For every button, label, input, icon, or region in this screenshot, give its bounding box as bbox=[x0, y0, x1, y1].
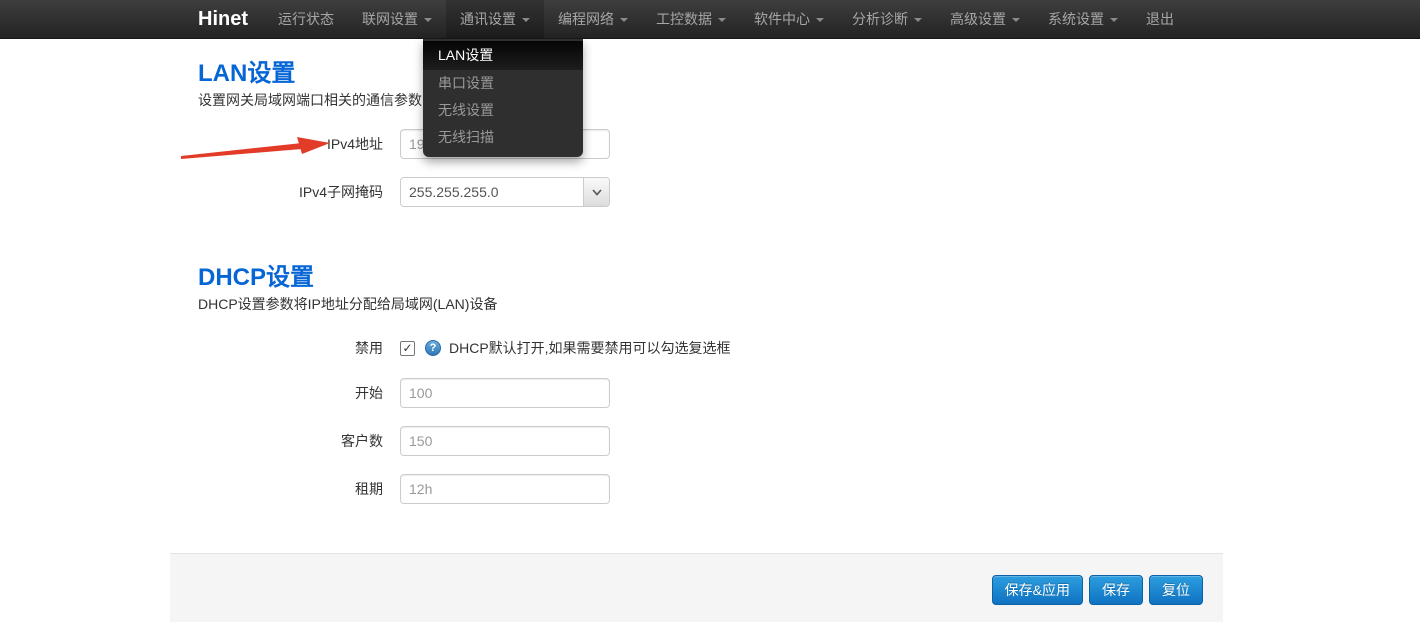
ipv4-netmask-select[interactable]: 255.255.255.0 bbox=[400, 177, 610, 207]
nav-item-label: 联网设置 bbox=[362, 9, 418, 29]
checkmark-icon: ✓ bbox=[402, 342, 412, 354]
nav-item-label: 运行状态 bbox=[278, 9, 334, 29]
nav-item-advanced-settings[interactable]: 高级设置 bbox=[936, 0, 1034, 38]
nav-item-label: 高级设置 bbox=[950, 9, 1006, 29]
nav-item-label: 通讯设置 bbox=[460, 9, 516, 29]
caret-down-icon bbox=[1012, 18, 1020, 22]
save-button[interactable]: 保存 bbox=[1089, 575, 1143, 605]
nav-item-label: 软件中心 bbox=[754, 9, 810, 29]
dhcp-lease-label: 租期 bbox=[198, 479, 383, 499]
nav-item-status[interactable]: 运行状态 bbox=[264, 0, 348, 38]
chevron-down-icon[interactable] bbox=[583, 178, 609, 206]
dhcp-disable-checkbox[interactable]: ✓ bbox=[400, 341, 415, 356]
dhcp-start-input[interactable] bbox=[400, 378, 610, 408]
nav-item-label: 工控数据 bbox=[656, 9, 712, 29]
main-content: LAN设置 设置网关局域网端口相关的通信参数 IPv4地址 IPv4子网掩码 2… bbox=[170, 39, 1223, 622]
dhcp-start-label: 开始 bbox=[198, 383, 383, 403]
caret-down-icon bbox=[1110, 18, 1118, 22]
help-question-icon: ? bbox=[425, 340, 441, 356]
nav-item-communication-settings[interactable]: 通讯设置 bbox=[446, 0, 544, 38]
dropdown-item-lan-settings[interactable]: LAN设置 bbox=[423, 41, 583, 70]
ipv4-netmask-label: IPv4子网掩码 bbox=[198, 182, 383, 202]
nav-item-label: 分析诊断 bbox=[852, 9, 908, 29]
nav-item-label: 退出 bbox=[1146, 9, 1174, 29]
ipv4-netmask-row: IPv4子网掩码 255.255.255.0 bbox=[198, 177, 1223, 207]
dhcp-clients-label: 客户数 bbox=[198, 431, 383, 451]
dhcp-clients-input[interactable] bbox=[400, 426, 610, 456]
nav-item-programming-network[interactable]: 编程网络 bbox=[544, 0, 642, 38]
nav-item-industrial-data[interactable]: 工控数据 bbox=[642, 0, 740, 38]
nav-item-label: 编程网络 bbox=[558, 9, 614, 29]
save-and-apply-button[interactable]: 保存&应用 bbox=[992, 575, 1083, 605]
caret-down-icon bbox=[914, 18, 922, 22]
dhcp-section-subtitle: DHCP设置参数将IP地址分配给局域网(LAN)设备 bbox=[198, 296, 1223, 312]
dropdown-item-wireless-settings[interactable]: 无线设置 bbox=[423, 97, 583, 124]
dhcp-disable-help-text: DHCP默认打开,如果需要禁用可以勾选复选框 bbox=[449, 338, 731, 358]
caret-down-icon bbox=[718, 18, 726, 22]
caret-down-icon bbox=[620, 18, 628, 22]
brand-logo[interactable]: Hinet bbox=[198, 0, 248, 38]
dhcp-lease-row: 租期 bbox=[198, 474, 1223, 504]
top-navbar: Hinet 运行状态 联网设置 通讯设置 编程网络 工控数据 软件中心 分析诊断… bbox=[0, 0, 1420, 39]
caret-down-icon bbox=[816, 18, 824, 22]
lan-section-title: LAN设置 bbox=[198, 60, 1223, 88]
communication-settings-dropdown: LAN设置 串口设置 无线设置 无线扫描 bbox=[423, 39, 583, 157]
nav-item-logout[interactable]: 退出 bbox=[1132, 0, 1188, 38]
dhcp-start-row: 开始 bbox=[198, 378, 1223, 408]
dhcp-lease-input[interactable] bbox=[400, 474, 610, 504]
lan-section-subtitle: 设置网关局域网端口相关的通信参数 bbox=[198, 92, 1223, 108]
dropdown-item-serial-settings[interactable]: 串口设置 bbox=[423, 70, 583, 97]
nav-item-label: 系统设置 bbox=[1048, 9, 1104, 29]
dhcp-disable-label: 禁用 bbox=[198, 338, 383, 358]
dropdown-item-wireless-scan[interactable]: 无线扫描 bbox=[423, 124, 583, 151]
red-annotation-arrow bbox=[178, 134, 338, 162]
dhcp-disable-row: 禁用 ✓ ? DHCP默认打开,如果需要禁用可以勾选复选框 bbox=[198, 339, 1223, 357]
caret-down-icon bbox=[522, 18, 530, 22]
ipv4-address-row: IPv4地址 bbox=[198, 129, 1223, 159]
nav-item-software-center[interactable]: 软件中心 bbox=[740, 0, 838, 38]
dhcp-section-title: DHCP设置 bbox=[198, 264, 1223, 292]
ipv4-netmask-value: 255.255.255.0 bbox=[401, 178, 583, 206]
caret-down-icon bbox=[424, 18, 432, 22]
dhcp-clients-row: 客户数 bbox=[198, 426, 1223, 456]
dhcp-settings-section: DHCP设置 DHCP设置参数将IP地址分配给局域网(LAN)设备 禁用 ✓ ?… bbox=[170, 264, 1223, 504]
action-bar: 保存&应用 保存 复位 bbox=[170, 553, 1223, 622]
nav-item-system-settings[interactable]: 系统设置 bbox=[1034, 0, 1132, 38]
nav-item-network-settings[interactable]: 联网设置 bbox=[348, 0, 446, 38]
nav-item-analysis-diagnosis[interactable]: 分析诊断 bbox=[838, 0, 936, 38]
reset-button[interactable]: 复位 bbox=[1149, 575, 1203, 605]
